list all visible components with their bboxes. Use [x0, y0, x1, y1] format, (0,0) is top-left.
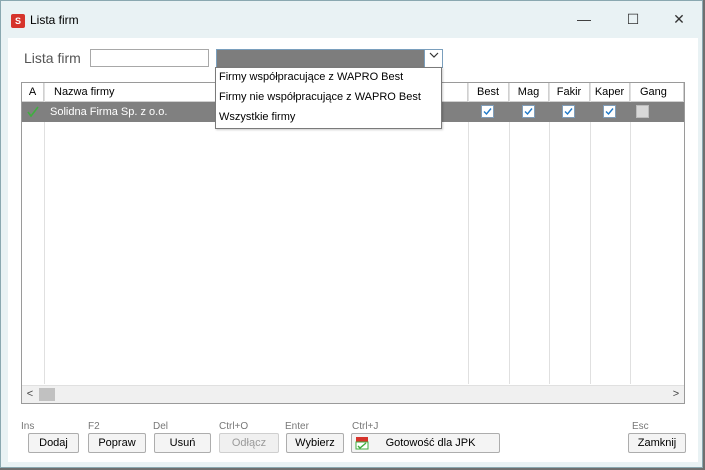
close-button[interactable]: Zamknij: [628, 433, 686, 453]
scroll-right-icon[interactable]: >: [668, 386, 684, 403]
column-header-active[interactable]: A: [22, 83, 44, 102]
column-header-gang[interactable]: Gang: [630, 83, 684, 102]
window-title: Lista firm: [30, 13, 79, 27]
kaper-checkbox[interactable]: [603, 105, 616, 118]
column-header-mag[interactable]: Mag: [509, 83, 549, 102]
grid-divider: [509, 83, 510, 384]
scroll-thumb[interactable]: [39, 388, 55, 401]
jpk-button-label: Gotowość dla JPK: [385, 437, 476, 449]
jpk-readiness-button[interactable]: Gotowość dla JPK: [351, 433, 500, 453]
chevron-down-icon[interactable]: [424, 50, 442, 67]
horizontal-scrollbar[interactable]: < >: [22, 385, 684, 403]
grid-divider: [44, 83, 45, 384]
add-hotkey: Ins: [21, 421, 35, 432]
gang-checkbox[interactable]: [636, 105, 649, 118]
company-filter-combo[interactable]: [216, 49, 443, 68]
select-hotkey: Enter: [285, 421, 309, 432]
scroll-left-icon[interactable]: <: [22, 386, 38, 403]
detach-button[interactable]: Odłącz: [219, 433, 279, 453]
best-checkbox[interactable]: [481, 105, 494, 118]
grid-divider: [468, 83, 469, 384]
grid-divider: [630, 83, 631, 384]
app-icon: S: [11, 14, 25, 28]
jpk-hotkey: Ctrl+J: [352, 421, 379, 432]
dropdown-option-all[interactable]: Wszystkie firmy: [219, 108, 295, 127]
filter-label: Lista firm: [24, 50, 81, 66]
detach-hotkey: Ctrl+O: [219, 421, 249, 432]
companies-grid: A Nazwa firmy Best Mag Fakir Kaper Gang …: [21, 82, 685, 404]
delete-button[interactable]: Usuń: [154, 433, 211, 453]
jpk-icon: [355, 436, 369, 450]
close-hotkey: Esc: [632, 421, 649, 432]
active-check-icon: [26, 102, 42, 122]
mag-checkbox[interactable]: [522, 105, 535, 118]
add-button[interactable]: Dodaj: [28, 433, 79, 453]
select-button[interactable]: Wybierz: [286, 433, 344, 453]
column-header-fakir[interactable]: Fakir: [549, 83, 590, 102]
title-bar: S Lista firm — ☐ ✕: [1, 1, 702, 37]
grid-divider: [590, 83, 591, 384]
search-input[interactable]: [90, 49, 209, 67]
minimize-button[interactable]: —: [561, 7, 607, 31]
filter-dropdown-list: Firmy współpracujące z WAPRO Best Firmy …: [215, 67, 442, 129]
dropdown-option-not-cooperating[interactable]: Firmy nie współpracujące z WAPRO Best: [219, 88, 421, 107]
fakir-checkbox[interactable]: [562, 105, 575, 118]
maximize-button[interactable]: ☐: [610, 7, 656, 31]
edit-hotkey: F2: [88, 421, 100, 432]
close-window-button[interactable]: ✕: [656, 7, 702, 31]
column-header-best[interactable]: Best: [468, 83, 509, 102]
edit-button[interactable]: Popraw: [88, 433, 146, 453]
dropdown-option-cooperating[interactable]: Firmy współpracujące z WAPRO Best: [219, 68, 403, 87]
grid-divider: [549, 83, 550, 384]
delete-hotkey: Del: [153, 421, 169, 432]
column-header-kaper[interactable]: Kaper: [590, 83, 630, 102]
